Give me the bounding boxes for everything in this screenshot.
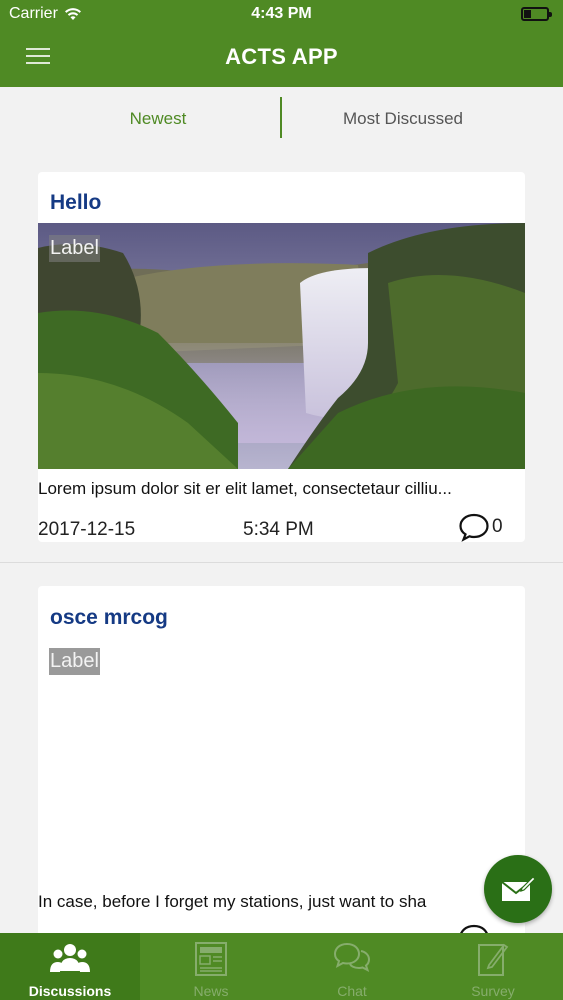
nav-chat[interactable]: Chat [282, 933, 422, 1000]
app-title: ACTS APP [225, 44, 338, 69]
status-bar: Carrier 4:43 PM [0, 0, 563, 28]
post-label-badge: Label [49, 235, 100, 262]
nav-survey[interactable]: Survey [423, 933, 563, 1000]
post-image-waterfall: Label [38, 223, 525, 469]
post-title: Hello [50, 191, 102, 214]
clock: 4:43 PM [251, 5, 312, 22]
comment-count: 0 [492, 516, 503, 537]
post-time: 5:34 PM [243, 519, 314, 540]
post-card[interactable]: Hello Label Lorem ipsum dolor sit er eli… [38, 172, 525, 542]
sort-tabs: Newest Most Discussed [0, 87, 563, 149]
post-date: 2017-12-15 [38, 519, 136, 540]
nav-label: Survey [471, 983, 515, 999]
waterfall-image [38, 223, 525, 469]
tab-most-discussed[interactable]: Most Discussed [283, 109, 523, 129]
nav-label: News [193, 983, 229, 999]
chat-icon [333, 942, 371, 972]
post-title: osce mrcog [50, 606, 168, 629]
comment-icon [459, 513, 489, 542]
nav-label: Chat [337, 983, 367, 999]
post-excerpt: Lorem ipsum dolor sit er elit lamet, con… [38, 479, 452, 498]
people-icon [50, 944, 90, 972]
comments-button[interactable]: 0 [458, 512, 503, 542]
compose-post-button[interactable] [484, 855, 552, 923]
newspaper-icon [195, 942, 227, 976]
tab-newest[interactable]: Newest [38, 109, 278, 129]
compose-envelope-icon [501, 876, 536, 901]
survey-icon [478, 943, 509, 976]
post-label-badge: Label [49, 648, 100, 675]
nav-label: Discussions [28, 983, 112, 999]
app-header: Carrier 4:43 PM ACTS APP [0, 0, 563, 87]
post-excerpt: In case, before I forget my stations, ju… [38, 892, 427, 911]
nav-discussions[interactable]: Discussions [0, 933, 140, 1000]
battery-icon [521, 7, 552, 21]
nav-news[interactable]: News [141, 933, 281, 1000]
bottom-tab-bar: Discussions News Chat Survey [0, 933, 563, 1000]
tab-divider [280, 97, 282, 138]
card-separator [0, 562, 563, 563]
